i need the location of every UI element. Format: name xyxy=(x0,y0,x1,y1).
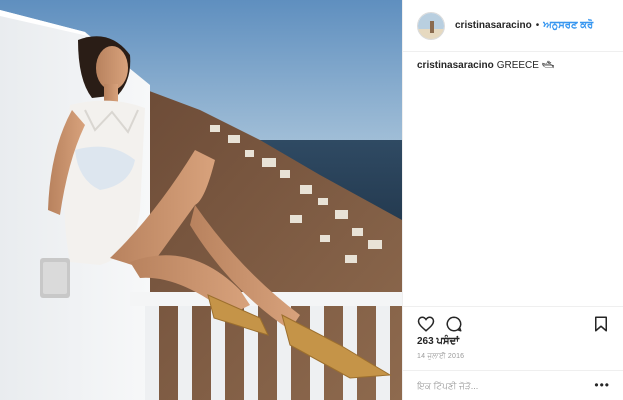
header-text: cristinasaracino • ਅਨੁਸਰਣ ਕਰੋ xyxy=(455,20,593,31)
comment-input[interactable] xyxy=(417,378,567,394)
likes-count[interactable]: 263 ਪਸੰਦਾਂ xyxy=(417,336,459,347)
comment-icon[interactable] xyxy=(445,315,463,333)
post-photo[interactable] xyxy=(0,0,402,400)
post-date: 14 ਜੁਲਾਈ 2016 xyxy=(417,353,465,360)
header-username[interactable]: cristinasaracino xyxy=(455,20,532,31)
post-caption: cristinasaracino GREECE 🛥 xyxy=(417,60,554,71)
post-actions xyxy=(403,306,623,340)
photo-image xyxy=(0,0,402,400)
instagram-post: cristinasaracino • ਅਨੁਸਰਣ ਕਰੋ cristinasa… xyxy=(0,0,623,400)
follow-button[interactable]: ਅਨੁਸਰਣ ਕਰੋ xyxy=(543,20,593,31)
header-separator: • xyxy=(535,20,540,31)
heart-icon[interactable] xyxy=(417,315,435,333)
caption-username[interactable]: cristinasaracino xyxy=(417,60,494,71)
bookmark-icon[interactable] xyxy=(592,315,610,333)
post-header: cristinasaracino • ਅਨੁਸਰਣ ਕਰੋ xyxy=(403,0,623,52)
caption-text: GREECE 🛥 xyxy=(496,60,555,71)
comment-bar: ••• xyxy=(403,370,623,400)
post-side-panel: cristinasaracino • ਅਨੁਸਰਣ ਕਰੋ cristinasa… xyxy=(402,0,623,400)
avatar[interactable] xyxy=(417,11,445,40)
more-options-icon[interactable]: ••• xyxy=(594,379,610,391)
